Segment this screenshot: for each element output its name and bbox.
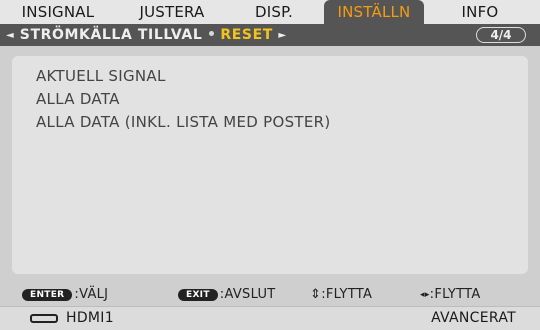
up-down-arrows-icon: ⇕ [310,287,322,302]
hint-exit-label: :AVSLUT [219,287,276,302]
menu-tab-bar: INSIGNAL JUSTERA DISP. INSTÄLLN INFO [0,0,540,24]
key-hints-bar: ENTER:VÄLJ EXIT:AVSLUT ⇕:FLYTTA ◂▸:FLYTT… [0,284,540,306]
page-indicator: 4/4 [476,27,526,43]
hdmi-icon [30,314,58,323]
left-right-arrows-icon: ◂▸ [420,290,430,300]
tab-insignal[interactable]: INSIGNAL [6,0,110,24]
submenu-previous[interactable]: STRÖMKÄLLA TILLVAL [20,27,203,43]
hint-enter-label: :VÄLJ [74,287,109,302]
tab-installn[interactable]: INSTÄLLN [324,0,424,24]
option-alla-data-inkl-lista[interactable]: ALLA DATA (INKL. LISTA MED POSTER) [36,111,331,133]
content-area: AKTUELL SIGNAL ALLA DATA ALLA DATA (INKL… [0,46,540,284]
status-bar: HDMI1 AVANCERAT [0,306,540,330]
input-source: HDMI1 [66,310,114,326]
hint-move-horizontal-label: :FLYTTA [429,287,481,302]
option-aktuell-signal[interactable]: AKTUELL SIGNAL [36,65,166,87]
separator-dot-icon [209,31,215,36]
hint-exit: EXIT:AVSLUT [178,284,276,306]
left-arrow-icon[interactable]: ◄ [6,25,14,47]
hint-move-vertical: ⇕:FLYTTA [310,284,372,306]
option-alla-data[interactable]: ALLA DATA [36,88,120,110]
hint-move-horizontal: ◂▸:FLYTTA [420,284,481,306]
footer: ENTER:VÄLJ EXIT:AVSLUT ⇕:FLYTTA ◂▸:FLYTT… [0,284,540,330]
right-arrow-icon[interactable]: ► [278,25,286,47]
enter-key-icon: ENTER [22,289,73,301]
tab-info[interactable]: INFO [434,0,526,24]
submenu-breadcrumb: ◄ STRÖMKÄLLA TILLVAL RESET ► [6,24,287,46]
reset-options-panel: AKTUELL SIGNAL ALLA DATA ALLA DATA (INKL… [12,56,528,274]
exit-key-icon: EXIT [178,289,218,301]
menu-mode: AVANCERAT [431,310,516,326]
tab-justera[interactable]: JUSTERA [120,0,224,24]
tab-disp[interactable]: DISP. [226,0,322,24]
submenu-current[interactable]: RESET [220,27,273,43]
hint-enter: ENTER:VÄLJ [22,284,108,306]
submenu-bar: ◄ STRÖMKÄLLA TILLVAL RESET ► 4/4 [0,24,540,46]
hint-move-vertical-label: :FLYTTA [321,287,373,302]
